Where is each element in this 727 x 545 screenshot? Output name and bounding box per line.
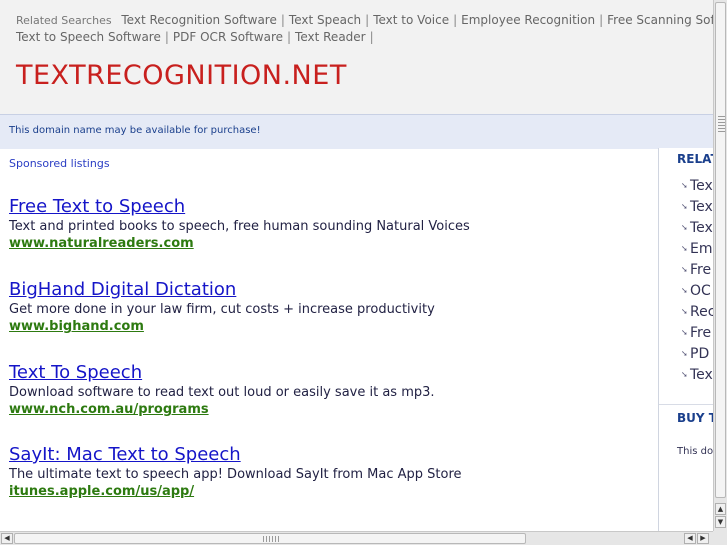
related-separator: |	[599, 13, 604, 27]
scrollbar-corner	[713, 531, 727, 545]
listing-title-link[interactable]: Free Text to Speech	[9, 196, 649, 218]
vertical-scroll-thumb[interactable]	[715, 2, 726, 498]
scroll-left-arrow-icon[interactable]: ◀	[1, 533, 13, 544]
main-content: Sponsored listings Free Text to Speech T…	[0, 148, 658, 531]
sidebar-related-item-label: Tex	[690, 220, 713, 236]
listing-description: Get more done in your law firm, cut cost…	[9, 302, 435, 317]
listing-url-link[interactable]: itunes.apple.com/us/app/	[9, 483, 649, 500]
bullet-arrow-icon: ➘	[681, 307, 688, 316]
page-viewport: Related Searches Text Recognition Softwa…	[0, 0, 713, 531]
related-sidebar: RELAT ➘Tex➘Tex➘Tex➘Em➘Fre➘OC➘Rec➘Fre➘PD➘…	[658, 148, 713, 531]
listing-item: Free Text to Speech Text and printed boo…	[9, 196, 649, 252]
listing-url-link[interactable]: www.bighand.com	[9, 318, 649, 335]
scroll-up-arrow-icon[interactable]: ▲	[715, 503, 726, 515]
domain-purchase-bar: This domain name may be available for pu…	[0, 114, 713, 149]
related-separator: |	[453, 13, 458, 27]
site-title: TEXTRECOGNITION.NET	[16, 60, 347, 91]
related-searches-bar: Related Searches Text Recognition Softwa…	[16, 12, 713, 29]
related-search-link[interactable]: Text to Speech Software	[16, 30, 161, 44]
bullet-arrow-icon: ➘	[681, 181, 688, 190]
sidebar-related-item-label: Fre	[690, 325, 712, 341]
sidebar-related-item-label: Tex	[690, 199, 713, 215]
bullet-arrow-icon: ➘	[681, 265, 688, 274]
listing-title-link[interactable]: SayIt: Mac Text to Speech	[9, 444, 649, 466]
bullet-arrow-icon: ➘	[681, 328, 688, 337]
related-separator: |	[280, 13, 285, 27]
sidebar-related-item-label: Fre	[690, 262, 712, 278]
sidebar-related-item-label: Tex	[690, 367, 713, 383]
sidebar-related-item-label: OC	[690, 283, 711, 299]
related-search-link[interactable]: PDF OCR Software	[173, 30, 283, 44]
bullet-arrow-icon: ➘	[681, 370, 688, 379]
related-search-link[interactable]: Text to Voice	[373, 13, 449, 27]
listing-title-link[interactable]: Text To Speech	[9, 362, 649, 384]
related-search-link[interactable]: Text Recognition Software	[121, 13, 276, 27]
listing-url-link[interactable]: www.naturalreaders.com	[9, 235, 649, 252]
related-separator: |	[365, 13, 370, 27]
scroll-down-arrow-icon[interactable]: ▼	[715, 516, 726, 528]
related-separator: |	[369, 30, 374, 44]
domain-purchase-link[interactable]: This domain name may be available for pu…	[9, 125, 261, 136]
listing-description: The ultimate text to speech app! Downloa…	[9, 467, 462, 482]
bullet-arrow-icon: ➘	[681, 223, 688, 232]
sidebar-related-item-label: PD	[690, 346, 710, 362]
bullet-arrow-icon: ➘	[681, 349, 688, 358]
listing-description: Text and printed books to speech, free h…	[9, 219, 470, 234]
related-search-link[interactable]: Employee Recognition	[461, 13, 595, 27]
sidebar-related-item-label: Tex	[690, 178, 713, 194]
bullet-arrow-icon: ➘	[681, 202, 688, 211]
related-searches-label: Related Searches	[16, 14, 112, 27]
related-searches-line-1: Text Recognition Software | Text Speach | Te…	[121, 13, 713, 27]
listing-item: Text To Speech Download software to read…	[9, 362, 649, 418]
related-separator: |	[164, 30, 169, 44]
related-searches-line-2: Text to Speech Software | PDF OCR Software…	[16, 29, 378, 46]
horizontal-scrollbar[interactable]: ◀ ◀ ▶	[0, 531, 713, 545]
sidebar-related-item-label: Rec	[690, 304, 713, 320]
scroll-left-arrow-icon[interactable]: ◀	[684, 533, 696, 544]
listing-item: SayIt: Mac Text to Speech The ultimate t…	[9, 444, 649, 500]
horizontal-scroll-grip	[263, 536, 281, 542]
vertical-scroll-grip	[718, 116, 725, 134]
page-header: Related Searches Text Recognition Softwa…	[0, 0, 713, 114]
sponsored-listings-label: Sponsored listings	[9, 157, 110, 170]
related-search-link[interactable]: Free Scanning Software	[607, 13, 713, 27]
bullet-arrow-icon: ➘	[681, 286, 688, 295]
related-search-link[interactable]: Text Speach	[289, 13, 361, 27]
sidebar-divider	[659, 404, 713, 405]
related-search-link[interactable]: Text Reader	[295, 30, 366, 44]
scroll-right-arrow-icon[interactable]: ▶	[697, 533, 709, 544]
sidebar-related-item-label: Em	[690, 241, 713, 257]
sidebar-related-heading: RELAT	[677, 152, 713, 166]
vertical-scrollbar[interactable]: ▲ ▼	[713, 0, 727, 531]
listing-description: Download software to read text out loud …	[9, 385, 435, 400]
bullet-arrow-icon: ➘	[681, 244, 688, 253]
sidebar-buy-heading: BUY T	[677, 411, 713, 425]
related-separator: |	[287, 30, 292, 44]
listing-url-link[interactable]: www.nch.com.au/programs	[9, 401, 649, 418]
horizontal-scroll-thumb[interactable]	[14, 533, 526, 544]
sidebar-buy-text: This do	[677, 446, 713, 457]
listing-item: BigHand Digital Dictation Get more done …	[9, 279, 649, 335]
listing-title-link[interactable]: BigHand Digital Dictation	[9, 279, 649, 301]
